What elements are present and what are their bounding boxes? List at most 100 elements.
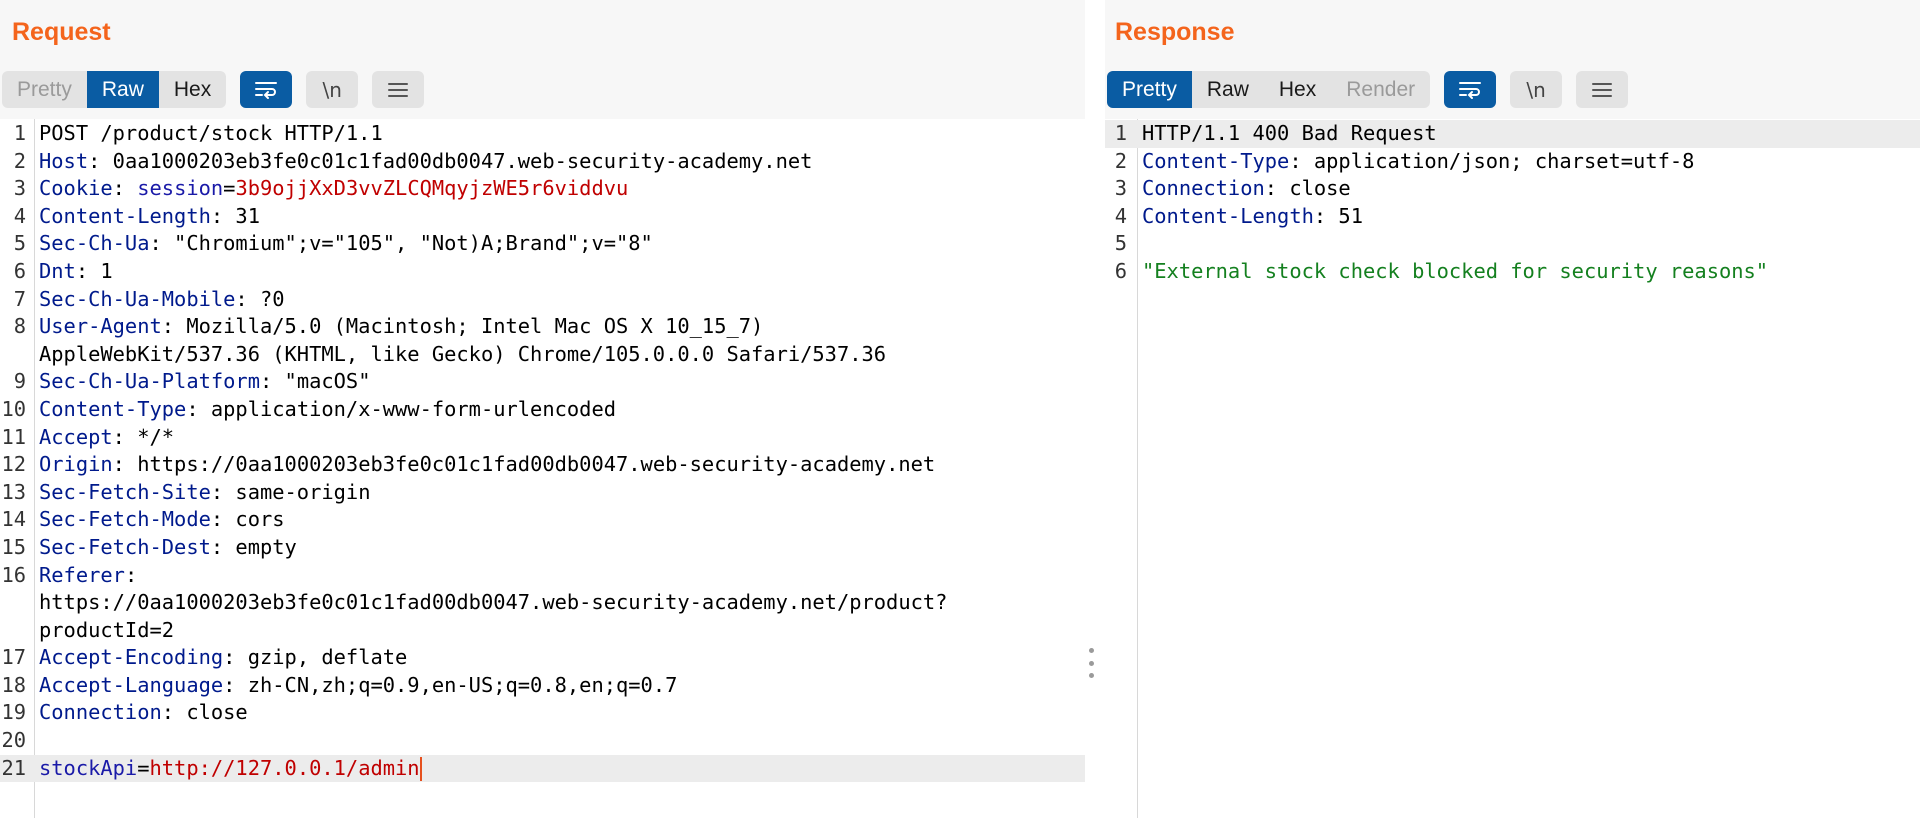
line-number: 4	[13, 203, 26, 228]
line-text: Sec-Ch-Ua-Mobile: ?0	[39, 286, 1075, 314]
tab-raw[interactable]: Raw	[86, 71, 159, 108]
code-line[interactable]: 20	[0, 727, 1085, 755]
text-caret	[419, 756, 422, 781]
line-text: Sec-Fetch-Site: same-origin	[39, 479, 1075, 507]
code-line[interactable]: 7 Sec-Ch-Ua-Mobile: ?0	[0, 286, 1085, 314]
tab-hex[interactable]: Hex	[159, 71, 226, 108]
response-code[interactable]: 1 HTTP/1.1 400 Bad Request 2 Content-Type: …	[1105, 120, 1920, 286]
code-line[interactable]: 15 Sec-Fetch-Dest: empty	[0, 534, 1085, 562]
token: :	[112, 176, 138, 201]
line-text: HTTP/1.1 400 Bad Request	[1142, 120, 1910, 148]
token: Sec-Fetch-Mode	[39, 507, 211, 532]
menu-button[interactable]	[1576, 71, 1629, 108]
pane-splitter[interactable]	[1085, 0, 1105, 818]
token: : https://0aa1000203eb3fe0c01c1fad00db00…	[112, 452, 936, 477]
token: : empty	[210, 534, 297, 559]
tab-pretty[interactable]: Pretty	[1107, 71, 1192, 108]
line-number: 19	[1, 700, 26, 725]
tab-render[interactable]: Render	[1331, 71, 1430, 108]
code-line[interactable]: 9 Sec-Ch-Ua-Platform: "macOS"	[0, 368, 1085, 396]
tab-hex[interactable]: Hex	[1264, 71, 1331, 108]
code-line[interactable]: 4 Content-Length: 51	[1105, 203, 1920, 231]
token: Origin	[39, 452, 113, 477]
token: http://127.0.0.1/admin	[149, 755, 420, 780]
response-editor[interactable]: 1 HTTP/1.1 400 Bad Request 2 Content-Type: …	[1105, 119, 1920, 818]
token: Sec-Fetch-Dest	[39, 534, 211, 559]
line-number: 14	[1, 507, 26, 532]
request-title: Request	[12, 18, 111, 46]
line-text: Connection: close	[1142, 175, 1910, 203]
line-text: Dnt: 1	[39, 258, 1075, 286]
code-line[interactable]: 3 Connection: close	[1105, 175, 1920, 203]
line-text: Origin: https://0aa1000203eb3fe0c01c1fad…	[39, 451, 1075, 479]
code-line[interactable]: 5 Sec-Ch-Ua: "Chromium";v="105", "Not)A;B…	[0, 230, 1085, 258]
token: : application/x-www-form-urlencoded	[186, 396, 616, 421]
code-line[interactable]: 16 Referer: https://0aa1000203eb3fe0c01c1…	[0, 562, 1085, 645]
line-number: 2	[13, 148, 26, 173]
code-line[interactable]: 12 Origin: https://0aa1000203eb3fe0c01c1f…	[0, 451, 1085, 479]
code-line[interactable]: 21 stockApi=http://127.0.0.1/admin	[0, 754, 1085, 783]
tab-raw[interactable]: Raw	[1192, 71, 1264, 108]
request-editor[interactable]: 1 POST /product/stock HTTP/1.1 2 Host: 0aa1…	[0, 119, 1085, 818]
menu-button[interactable]	[372, 71, 425, 108]
request-view-tabs: Pretty Raw Hex	[2, 71, 227, 108]
code-line[interactable]: 13 Sec-Fetch-Site: same-origin	[0, 479, 1085, 507]
code-line[interactable]: 4 Content-Length: 31	[0, 203, 1085, 231]
hamburger-menu-icon	[388, 82, 409, 97]
code-line[interactable]: 5	[1105, 230, 1920, 258]
token: =	[223, 176, 236, 201]
token: : close	[161, 700, 248, 725]
code-line[interactable]: 3 Cookie: session=3b9ojjXxD3vvZLCQMqyjzWE…	[0, 175, 1085, 203]
code-line[interactable]: 1 POST /product/stock HTTP/1.1	[0, 120, 1085, 148]
line-number: 21	[1, 755, 26, 780]
line-text: Content-Length: 31	[39, 203, 1075, 231]
token: : zh-CN,zh;q=0.9,en-US;q=0.8,en;q=0.7	[223, 672, 678, 697]
request-code[interactable]: 1 POST /product/stock HTTP/1.1 2 Host: 0aa1…	[0, 120, 1085, 783]
line-number: 20	[1, 728, 26, 753]
wrap-lines-icon	[1459, 81, 1482, 99]
code-line[interactable]: 14 Sec-Fetch-Mode: cors	[0, 506, 1085, 534]
token: : */*	[112, 424, 175, 449]
splitter-handle[interactable]	[1088, 648, 1094, 678]
line-number: 15	[1, 534, 26, 559]
wrap-lines-button[interactable]	[1444, 71, 1497, 108]
code-line[interactable]: 17 Accept-Encoding: gzip, deflate	[0, 644, 1085, 672]
line-number: 6	[13, 258, 26, 283]
code-line[interactable]: 18 Accept-Language: zh-CN,zh;q=0.9,en-US;…	[0, 672, 1085, 700]
line-text: Sec-Ch-Ua-Platform: "macOS"	[39, 368, 1075, 396]
show-newlines-button[interactable]: \n	[306, 71, 359, 108]
code-line[interactable]: 2 Host: 0aa1000203eb3fe0c01c1fad00db0047.…	[0, 148, 1085, 176]
token: Content-Type	[1142, 148, 1290, 173]
code-line[interactable]: 2 Content-Type: application/json; charset…	[1105, 148, 1920, 176]
line-number: 6	[1114, 258, 1127, 283]
line-number: 9	[13, 369, 26, 394]
code-line[interactable]: 10 Content-Type: application/x-www-form-u…	[0, 396, 1085, 424]
token: =	[137, 755, 150, 780]
token: Content-Type	[39, 396, 187, 421]
token: Sec-Fetch-Site	[39, 479, 211, 504]
line-text: POST /product/stock HTTP/1.1	[39, 120, 1075, 148]
hamburger-menu-icon	[1592, 82, 1613, 97]
token: : "Chromium";v="105", "Not)A;Brand";v="8…	[149, 231, 653, 256]
line-text: Content-Type: application/json; charset=…	[1142, 148, 1910, 176]
tab-pretty[interactable]: Pretty	[2, 71, 87, 108]
code-line[interactable]: 6 Dnt: 1	[0, 258, 1085, 286]
line-text: Accept: */*	[39, 424, 1075, 452]
token: Connection	[39, 700, 162, 725]
show-newlines-button[interactable]: \n	[1510, 71, 1563, 108]
response-header: Response Pretty Raw Hex Render \n	[1105, 0, 1920, 119]
response-pane: Response Pretty Raw Hex Render \n 1 HTTP/…	[1105, 0, 1920, 818]
code-line[interactable]: 1 HTTP/1.1 400 Bad Request	[1105, 120, 1920, 148]
code-line[interactable]: 6 "External stock check blocked for secur…	[1105, 258, 1920, 286]
code-line[interactable]: 19 Connection: close	[0, 699, 1085, 727]
wrap-lines-button[interactable]	[240, 71, 293, 108]
line-text: stockApi=http://127.0.0.1/admin	[39, 755, 1075, 783]
code-line[interactable]: 8 User-Agent: Mozilla/5.0 (Macintosh; Int…	[0, 313, 1085, 368]
token: Content-Length	[1142, 203, 1314, 228]
line-number: 13	[1, 479, 26, 504]
wrap-lines-icon	[255, 81, 278, 99]
code-line[interactable]: 11 Accept: */*	[0, 424, 1085, 452]
line-number: 17	[1, 645, 26, 670]
line-number: 4	[1114, 203, 1127, 228]
token: User-Agent	[39, 314, 162, 339]
